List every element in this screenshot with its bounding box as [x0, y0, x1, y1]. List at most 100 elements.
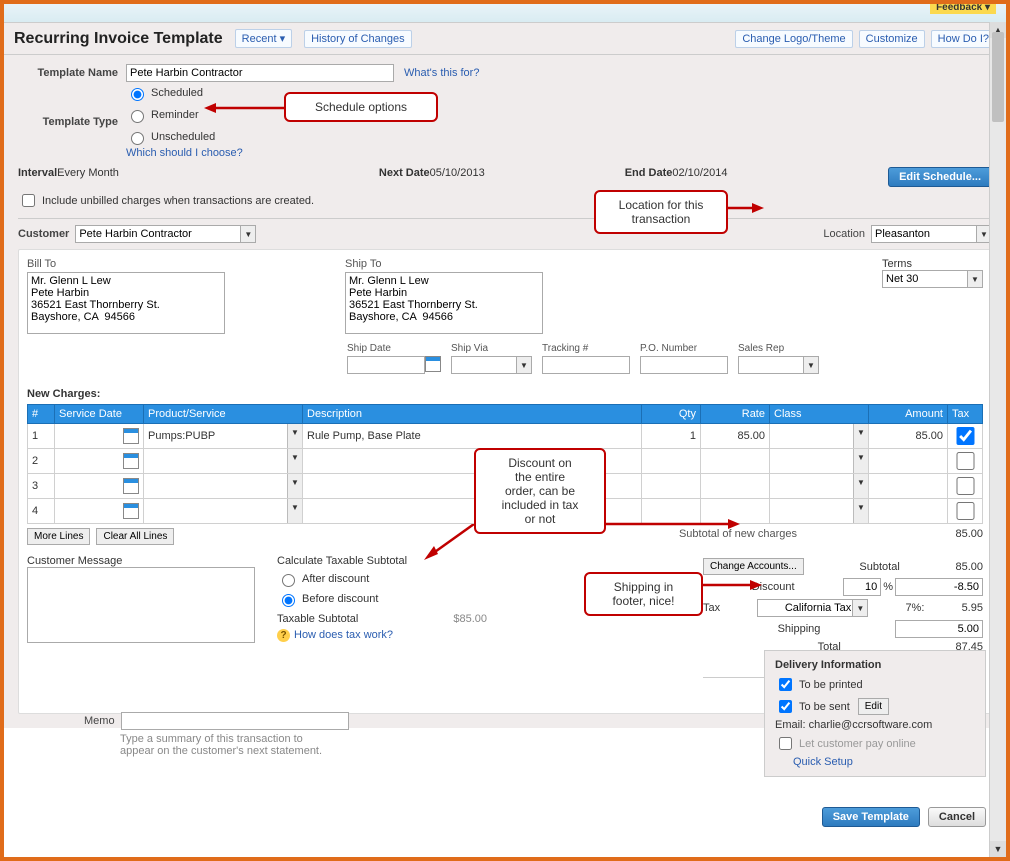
- customer-input[interactable]: [75, 225, 256, 243]
- scheduled-radio[interactable]: [131, 88, 144, 101]
- dropdown-arrow-icon[interactable]: ▼: [852, 600, 867, 616]
- dropdown-arrow-icon[interactable]: ▼: [803, 357, 818, 373]
- calendar-icon[interactable]: [425, 356, 441, 372]
- edit-schedule-button[interactable]: Edit Schedule...: [888, 167, 992, 187]
- tax-value: 5.95: [962, 602, 983, 614]
- calendar-icon[interactable]: [123, 453, 139, 469]
- to-be-sent-label: To be sent: [799, 701, 850, 713]
- qty-cell[interactable]: [642, 449, 700, 473]
- unscheduled-radio[interactable]: [131, 132, 144, 145]
- top-strip: Feedback ▾: [4, 4, 1006, 23]
- before-discount-radio[interactable]: [282, 594, 295, 607]
- interval-label: Interval: [18, 167, 57, 179]
- save-template-button[interactable]: Save Template: [822, 807, 920, 827]
- product-cell[interactable]: Pumps:PUBP: [148, 430, 298, 442]
- row-num: 4: [28, 499, 54, 523]
- po-input[interactable]: [640, 356, 728, 374]
- quick-setup-link[interactable]: Quick Setup: [793, 756, 975, 768]
- more-lines-button[interactable]: More Lines: [27, 528, 90, 545]
- reminder-radio[interactable]: [131, 110, 144, 123]
- after-discount-radio[interactable]: [282, 574, 295, 587]
- dropdown-arrow-icon[interactable]: ▼: [287, 499, 302, 523]
- calendar-icon[interactable]: [123, 503, 139, 519]
- end-date-value: 02/10/2014: [672, 167, 727, 179]
- dropdown-arrow-icon[interactable]: ▼: [287, 449, 302, 473]
- email-value: charlie@ccrsoftware.com: [809, 719, 933, 731]
- memo-hint: Type a summary of this transaction to ap…: [120, 733, 340, 757]
- whats-this-link[interactable]: What's this for?: [404, 67, 479, 79]
- shipping-input[interactable]: [895, 620, 983, 638]
- to-be-sent-checkbox[interactable]: [779, 700, 792, 713]
- recent-button[interactable]: Recent ▾: [235, 29, 292, 48]
- how-do-i-button[interactable]: How Do I?: [931, 30, 996, 48]
- next-date-label: Next Date: [379, 167, 430, 179]
- dropdown-arrow-icon[interactable]: ▼: [853, 499, 868, 523]
- unbilled-label: Include unbilled charges when transactio…: [42, 195, 314, 207]
- unbilled-checkbox[interactable]: [22, 194, 35, 207]
- dropdown-arrow-icon[interactable]: ▼: [853, 424, 868, 448]
- ship-to-label: Ship To: [345, 258, 543, 270]
- dropdown-arrow-icon[interactable]: ▼: [240, 226, 255, 242]
- qty-cell[interactable]: 1: [642, 424, 700, 448]
- tax-checkbox[interactable]: [956, 427, 975, 445]
- to-be-printed-checkbox[interactable]: [779, 678, 792, 691]
- discount-pct-suffix: %: [883, 581, 893, 593]
- dropdown-arrow-icon[interactable]: ▼: [853, 474, 868, 498]
- reminder-label: Reminder: [151, 109, 199, 121]
- col-date: Service Date: [55, 405, 144, 424]
- customer-message-label: Customer Message: [27, 555, 247, 567]
- customize-button[interactable]: Customize: [859, 30, 925, 48]
- location-input[interactable]: [871, 225, 992, 243]
- qty-cell[interactable]: [642, 474, 700, 498]
- calendar-icon[interactable]: [123, 428, 139, 444]
- email-label: Email:: [775, 719, 806, 731]
- dropdown-arrow-icon[interactable]: ▼: [853, 449, 868, 473]
- tax-checkbox[interactable]: [956, 452, 975, 470]
- calendar-icon[interactable]: [123, 478, 139, 494]
- rate-cell[interactable]: 85.00: [701, 424, 769, 448]
- tax-label: Tax: [703, 602, 720, 614]
- amount-cell: 85.00: [869, 424, 947, 448]
- bill-to-label: Bill To: [27, 258, 225, 270]
- template-name-input[interactable]: [126, 64, 394, 82]
- change-accounts-button[interactable]: Change Accounts...: [703, 558, 804, 575]
- dropdown-arrow-icon[interactable]: ▼: [516, 357, 531, 373]
- ship-to-textarea[interactable]: Mr. Glenn L Lew Pete Harbin 36521 East T…: [345, 272, 543, 334]
- memo-input[interactable]: [121, 712, 349, 730]
- dropdown-arrow-icon[interactable]: ▼: [287, 474, 302, 498]
- tax-checkbox[interactable]: [956, 477, 975, 495]
- to-be-printed-label: To be printed: [799, 679, 863, 691]
- bill-to-textarea[interactable]: Mr. Glenn L Lew Pete Harbin 36521 East T…: [27, 272, 225, 334]
- tax-checkbox[interactable]: [956, 502, 975, 520]
- tracking-input[interactable]: [542, 356, 630, 374]
- rate-cell[interactable]: [701, 449, 769, 473]
- location-label: Location: [823, 228, 871, 240]
- scroll-down-icon[interactable]: ▼: [990, 841, 1006, 857]
- how-tax-link[interactable]: How does tax work?: [294, 629, 393, 641]
- discount-pct-input[interactable]: [843, 578, 881, 596]
- sub-new-charges-value: 85.00: [923, 528, 983, 545]
- change-logo-button[interactable]: Change Logo/Theme: [735, 30, 852, 48]
- description-cell[interactable]: Rule Pump, Base Plate: [303, 424, 641, 448]
- shipping-label: Shipping: [778, 623, 821, 635]
- history-button[interactable]: History of Changes: [304, 30, 412, 48]
- clear-lines-button[interactable]: Clear All Lines: [96, 528, 174, 545]
- col-class: Class: [770, 405, 869, 424]
- discount-value-input[interactable]: [895, 578, 983, 596]
- scrollbar[interactable]: ▲ ▼: [989, 22, 1006, 857]
- feedback-button[interactable]: Feedback ▾: [930, 1, 996, 14]
- delivery-edit-button[interactable]: Edit: [858, 698, 889, 715]
- rate-cell[interactable]: [701, 474, 769, 498]
- cancel-button[interactable]: Cancel: [928, 807, 986, 827]
- scroll-thumb[interactable]: [992, 32, 1004, 122]
- dropdown-arrow-icon[interactable]: ▼: [287, 424, 302, 448]
- customer-message-textarea[interactable]: [27, 567, 255, 643]
- col-num: #: [28, 405, 55, 424]
- ship-date-label: Ship Date: [347, 343, 441, 354]
- next-date-value: 05/10/2013: [430, 167, 485, 179]
- which-choose-link[interactable]: Which should I choose?: [126, 147, 243, 159]
- pay-online-checkbox[interactable]: [779, 737, 792, 750]
- ship-date-input[interactable]: [347, 356, 425, 374]
- pay-online-label: Let customer pay online: [799, 738, 916, 750]
- dropdown-arrow-icon[interactable]: ▼: [967, 271, 982, 287]
